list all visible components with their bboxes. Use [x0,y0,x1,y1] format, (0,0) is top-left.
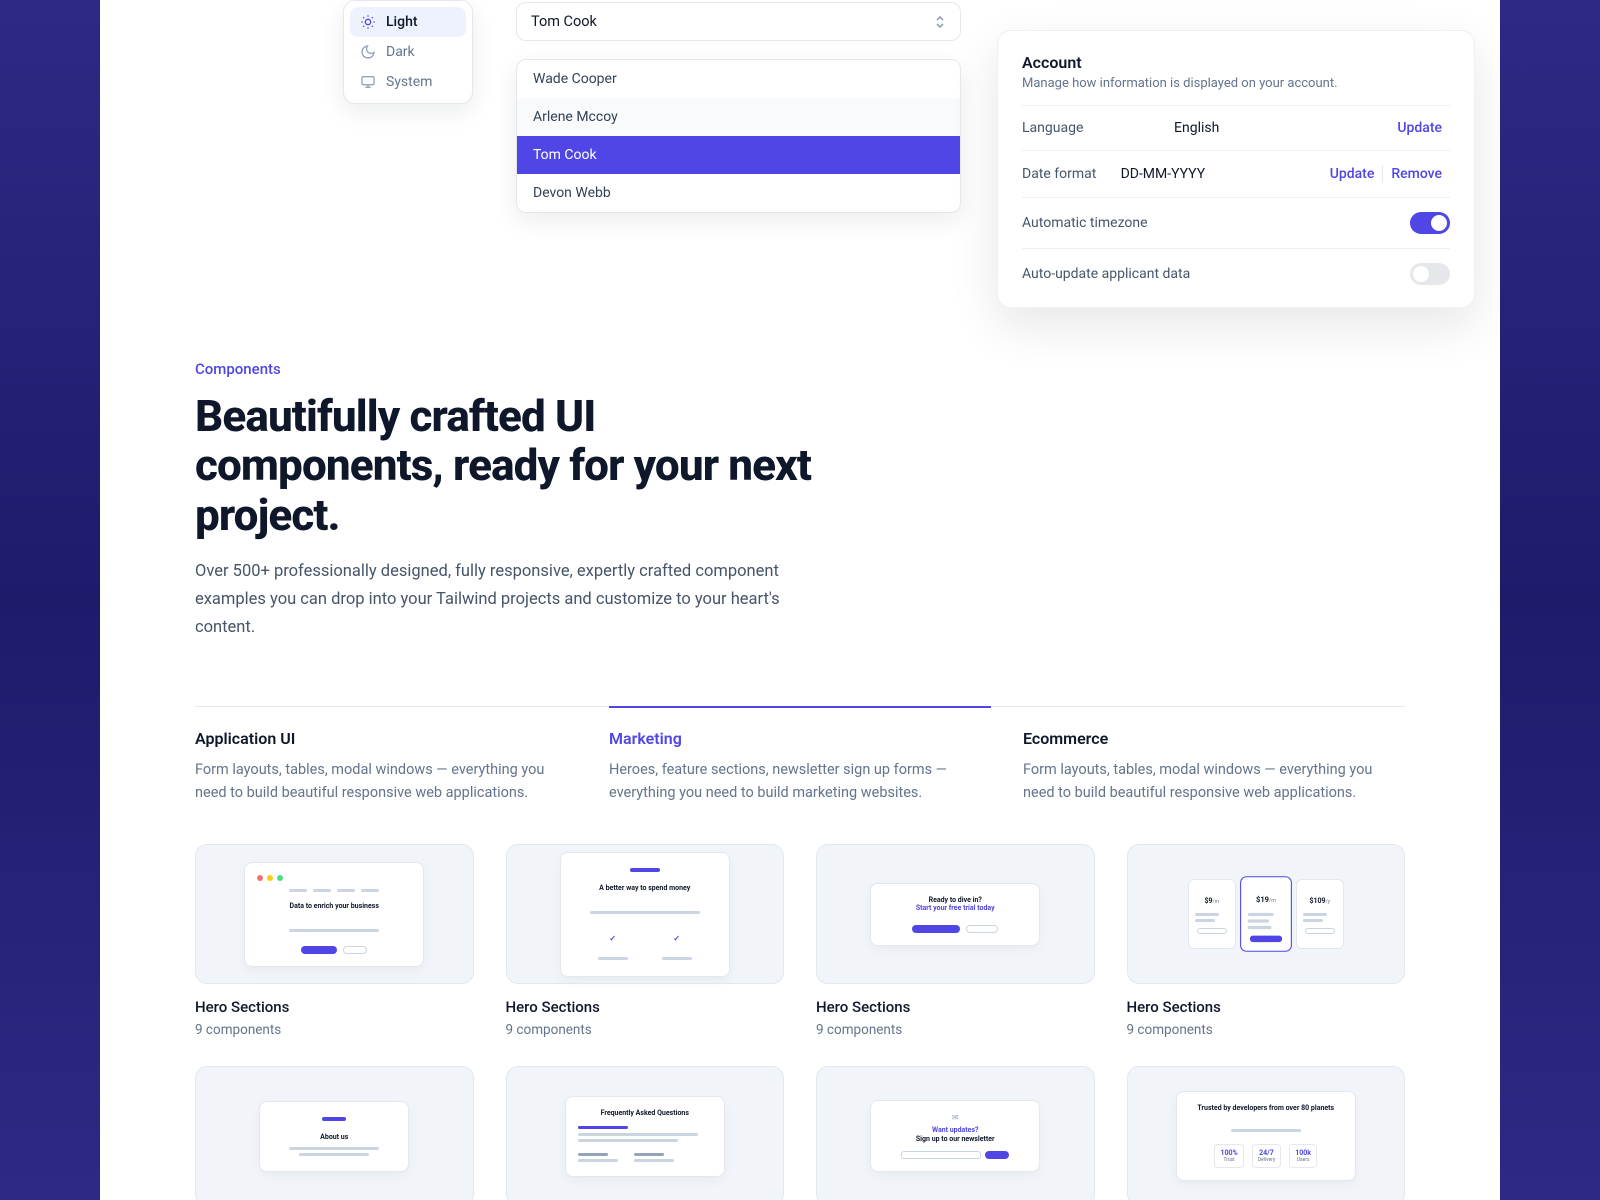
component-title: Hero Sections [816,998,1095,1016]
select-option[interactable]: Arlene Mccoy [517,98,960,136]
component-count: 9 components [195,1022,474,1038]
theme-picker: Light Dark System [343,0,473,104]
toggle-auto-timezone[interactable] [1410,212,1450,234]
thumb-text: Data to enrich your business [257,902,411,910]
component-thumb: About us [195,1066,474,1200]
tab-ecommerce[interactable]: Ecommerce Form layouts, tables, modal wi… [1023,707,1405,804]
account-row-auto-update: Auto-update applicant data [1022,248,1450,299]
row-label: Date format [1022,166,1121,182]
update-link[interactable]: Update [1389,120,1450,136]
component-thumb: Frequently Asked Questions [506,1066,785,1200]
component-card[interactable]: Data to enrich your business Hero Sectio… [195,844,474,1038]
thumb-text: About us [272,1133,396,1141]
row-label: Language [1022,120,1174,136]
component-thumb: A better way to spend money ✓ ✓ [506,844,785,984]
component-thumb: Data to enrich your business [195,844,474,984]
tab-desc: Heroes, feature sections, newsletter sig… [609,758,991,804]
account-subtitle: Manage how information is displayed on y… [1022,76,1450,91]
thumb-text: Sign up to our newsletter [883,1135,1027,1143]
tab-application-ui[interactable]: Application UI Form layouts, tables, mod… [195,707,577,804]
select-value: Tom Cook [531,13,597,30]
component-count: 9 components [506,1022,785,1038]
theme-label: Dark [386,44,415,60]
component-grid: Data to enrich your business Hero Sectio… [195,844,1405,1038]
theme-option-light[interactable]: Light [350,7,466,37]
component-card[interactable]: Frequently Asked Questions [506,1066,785,1200]
component-card[interactable]: A better way to spend money ✓ ✓ Hero Sec… [506,844,785,1038]
component-title: Hero Sections [1127,998,1406,1016]
theme-option-system[interactable]: System [350,67,466,97]
monitor-icon [360,74,376,90]
component-thumb: Trusted by developers from over 80 plane… [1127,1066,1406,1200]
thumb-text: Trusted by developers from over 80 plane… [1189,1104,1343,1113]
sun-icon [360,14,376,30]
component-count: 9 components [816,1022,1095,1038]
thumb-text: Start your free trial today [883,904,1027,912]
component-thumb: Ready to dive in? Start your free trial … [816,844,1095,984]
section-headline: Beautifully crafted UI components, ready… [195,392,835,540]
remove-link[interactable]: Remove [1383,166,1450,182]
account-title: Account [1022,53,1450,72]
component-title: Hero Sections [195,998,474,1016]
component-card[interactable]: Ready to dive in? Start your free trial … [816,844,1095,1038]
tab-title: Application UI [195,729,577,748]
toggle-auto-update[interactable] [1410,263,1450,285]
thumb-text: Want updates? [883,1126,1027,1134]
moon-icon [360,44,376,60]
account-row-date-format: Date format DD-MM-YYYY Update Remove [1022,150,1450,197]
theme-label: System [386,74,432,90]
theme-label: Light [386,14,418,30]
select-option[interactable]: Wade Cooper [517,60,960,98]
select-listbox: Wade Cooper Arlene Mccoy Tom Cook Devon … [516,59,961,213]
component-card[interactable]: $9/m $19/m $109/y [1127,844,1406,1038]
account-card: Account Manage how information is displa… [997,30,1475,308]
select-option[interactable]: Tom Cook [517,136,960,174]
chevron-up-down-icon [934,15,946,29]
component-thumb: ✉ Want updates? Sign up to our newslette… [816,1066,1095,1200]
row-label: Automatic timezone [1022,215,1216,231]
component-card[interactable]: Trusted by developers from over 80 plane… [1127,1066,1406,1200]
tab-marketing[interactable]: Marketing Heroes, feature sections, news… [609,706,991,804]
select-option[interactable]: Devon Webb [517,174,960,212]
component-card[interactable]: ✉ Want updates? Sign up to our newslette… [816,1066,1095,1200]
component-card[interactable]: About us [195,1066,474,1200]
section-lead: Over 500+ professionally designed, fully… [195,558,795,642]
thumb-text: Ready to dive in? [883,896,1027,904]
thumb-text: A better way to spend money [573,884,717,892]
row-value: English [1174,120,1219,136]
component-thumb: $9/m $19/m $109/y [1127,844,1406,984]
tab-title: Ecommerce [1023,729,1405,748]
tab-desc: Form layouts, tables, modal windows — ev… [1023,758,1405,804]
update-link[interactable]: Update [1322,166,1383,182]
account-row-language: Language English Update [1022,105,1450,150]
component-title: Hero Sections [506,998,785,1016]
row-label: Auto-update applicant data [1022,266,1216,282]
theme-option-dark[interactable]: Dark [350,37,466,67]
person-select: Tom Cook Wade Cooper Arlene Mccoy Tom Co… [516,2,961,213]
category-tabs: Application UI Form layouts, tables, mod… [195,706,1405,804]
account-row-auto-timezone: Automatic timezone [1022,197,1450,248]
select-button[interactable]: Tom Cook [516,2,961,41]
component-count: 9 components [1127,1022,1406,1038]
tab-desc: Form layouts, tables, modal windows — ev… [195,758,577,804]
row-value: DD-MM-YYYY [1121,166,1206,182]
thumb-text: Frequently Asked Questions [578,1109,712,1117]
tab-title: Marketing [609,729,991,748]
section-eyebrow: Components [195,360,1405,378]
